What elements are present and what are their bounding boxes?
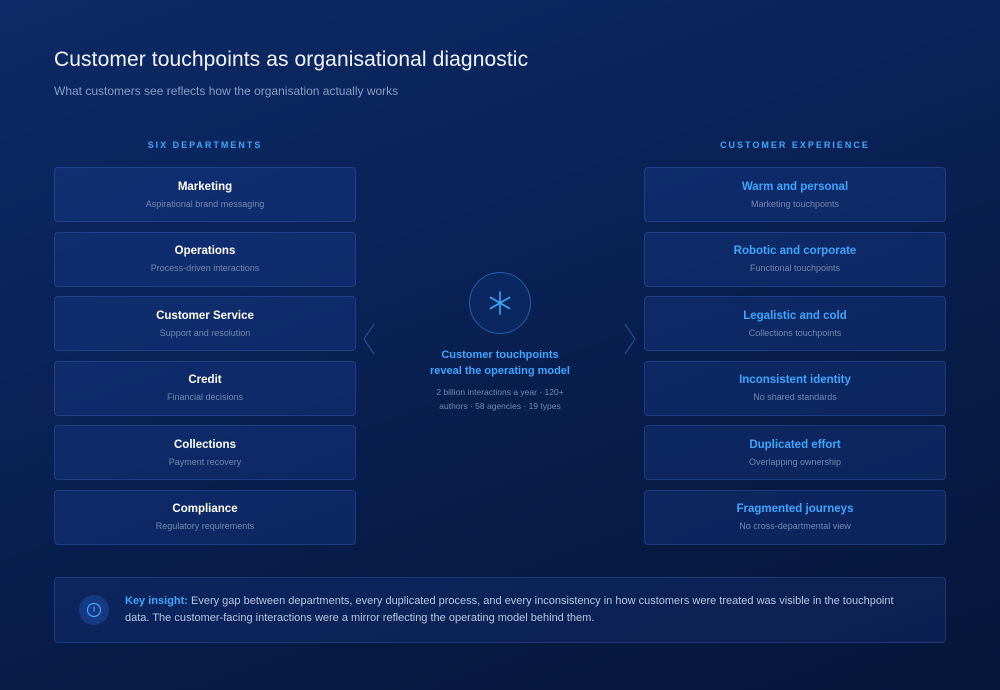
- center-title-line2: reveal the operating model: [430, 365, 570, 377]
- page-subtitle: What customers see reflects how the orga…: [54, 84, 399, 98]
- card-title: Inconsistent identity: [739, 374, 851, 387]
- card-title: Warm and personal: [741, 180, 849, 193]
- info-circle-icon: [79, 595, 109, 625]
- center-detail: 2 billion interactions a year · 120+ aut…: [420, 385, 580, 413]
- experience-card-legalistic: Legalistic and cold Collections touchpoi…: [644, 296, 946, 352]
- card-title: Collections: [174, 438, 236, 451]
- experience-card-robotic: Robotic and corporate Functional touchpo…: [644, 231, 946, 287]
- departments-heading: SIX DEPARTMENTS: [147, 140, 263, 150]
- experience-card-warm: Warm and personal Marketing touchpoints: [644, 167, 946, 222]
- experience-card-duplicated: Duplicated effort Overlapping ownership: [644, 425, 946, 481]
- card-title: Marketing: [177, 180, 233, 193]
- insight-body: Every gap between departments, every dup…: [125, 595, 894, 624]
- department-card-compliance: Compliance Regulatory requirements: [54, 489, 356, 545]
- card-title: Operations: [174, 245, 236, 258]
- card-subtitle: No cross-departmental view: [739, 521, 851, 532]
- hub-circle: [469, 272, 531, 334]
- department-card-credit: Credit Financial decisions: [54, 360, 356, 416]
- card-title: Compliance: [172, 503, 238, 516]
- card-subtitle: Collections touchpoints: [748, 327, 842, 338]
- card-title: Robotic and corporate: [733, 245, 857, 258]
- department-card-operations: Operations Process-driven interactions: [54, 231, 356, 287]
- experience-card-inconsistent: Inconsistent identity No shared standard…: [644, 360, 946, 416]
- insight-label: Key insight:: [125, 595, 188, 607]
- card-subtitle: Financial decisions: [166, 392, 244, 403]
- card-subtitle: Marketing touchpoints: [750, 198, 840, 209]
- experience-column: Warm and personal Marketing touchpoints …: [644, 167, 946, 555]
- center-detail-line2: authors · 58 agencies · 19 types: [439, 401, 561, 411]
- experience-card-fragmented: Fragmented journeys No cross-departmenta…: [644, 489, 946, 545]
- departments-column: Marketing Aspirational brand messaging O…: [54, 167, 356, 555]
- card-subtitle: No shared standards: [753, 392, 837, 403]
- card-title: Legalistic and cold: [743, 309, 847, 322]
- experience-heading: CUSTOMER EXPERIENCE: [720, 140, 870, 150]
- card-subtitle: Functional touchpoints: [749, 263, 841, 274]
- department-card-marketing: Marketing Aspirational brand messaging: [54, 167, 356, 222]
- card-title: Customer Service: [156, 309, 254, 322]
- card-title: Fragmented journeys: [736, 503, 854, 516]
- center-hub: Customer touchpoints reveal the operatin…: [420, 272, 580, 413]
- card-subtitle: Aspirational brand messaging: [145, 198, 265, 209]
- department-card-customer-service: Customer Service Support and resolution: [54, 296, 356, 352]
- department-card-collections: Collections Payment recovery: [54, 425, 356, 481]
- center-detail-line1: 2 billion interactions a year · 120+: [436, 387, 564, 397]
- card-title: Credit: [188, 374, 222, 387]
- card-subtitle: Overlapping ownership: [748, 456, 842, 467]
- insight-text: Key insight: Every gap between departmen…: [125, 593, 915, 627]
- chevron-right-icon: [624, 323, 636, 355]
- key-insight-panel: Key insight: Every gap between departmen…: [54, 577, 946, 643]
- chevron-left-icon: [363, 323, 375, 355]
- center-title-line1: Customer touchpoints: [441, 349, 559, 361]
- page-title: Customer touchpoints as organisational d…: [54, 48, 529, 71]
- card-subtitle: Support and resolution: [159, 327, 251, 338]
- card-subtitle: Payment recovery: [168, 456, 242, 467]
- card-title: Duplicated effort: [749, 438, 841, 451]
- asterisk-icon: [489, 291, 511, 315]
- card-subtitle: Process-driven interactions: [150, 263, 260, 274]
- center-title: Customer touchpoints reveal the operatin…: [420, 347, 580, 379]
- card-subtitle: Regulatory requirements: [155, 521, 255, 532]
